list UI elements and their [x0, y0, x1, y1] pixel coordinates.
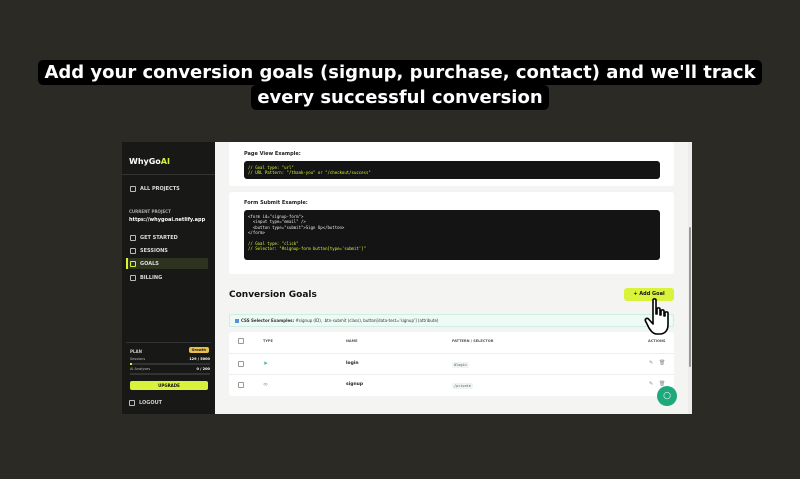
goals-table: TYPE NAME PATTERN / SELECTOR ACTIONS ➤ l… — [229, 332, 674, 396]
form-submit-code: <form id="signup-form"> <input type="ema… — [244, 210, 660, 260]
sidebar-item-label: SESSIONS — [140, 247, 168, 254]
ai-analyses-bar — [130, 373, 210, 375]
goal-pattern: /private — [452, 383, 473, 389]
plan-box: PLAN Growth Sessions 129 / 5000 AI Analy… — [126, 342, 211, 396]
chat-button[interactable]: ○ — [657, 386, 677, 406]
column-header-pattern: PATTERN / SELECTOR — [452, 339, 494, 343]
app-window: WhyGoAI ALL PROJECTS CURRENT PROJECT htt… — [122, 142, 692, 414]
sessions-bar — [130, 363, 210, 365]
chat-icon: ○ — [663, 391, 671, 401]
row-checkbox[interactable] — [238, 361, 244, 367]
page-view-title: Page View Example: — [244, 151, 301, 157]
home-icon — [130, 185, 136, 192]
caption-line-1: Add your conversion goals (signup, purch… — [38, 60, 762, 85]
form-submit-title: Form Submit Example: — [244, 200, 308, 206]
logout-button[interactable]: LOGOUT — [129, 400, 162, 406]
info-icon — [235, 319, 239, 323]
column-header-name: NAME — [346, 339, 358, 343]
goal-pattern: #login — [452, 362, 469, 368]
sidebar: WhyGoAI ALL PROJECTS CURRENT PROJECT htt… — [122, 142, 215, 414]
target-icon — [130, 260, 136, 267]
sidebar-item-label: ALL PROJECTS — [140, 185, 180, 192]
current-project-value: https://whygoai.netlify.app — [129, 217, 206, 223]
sidebar-item-label: GET STARTED — [140, 234, 178, 241]
column-header-type: TYPE — [263, 339, 273, 343]
sidebar-item-label: BILLING — [140, 274, 163, 281]
scrollbar-thumb[interactable] — [689, 227, 691, 367]
caption-line-2: every successful conversion — [251, 85, 549, 110]
goal-name: login — [346, 361, 359, 366]
column-header-actions: ACTIONS — [648, 339, 666, 343]
row-checkbox[interactable] — [238, 382, 244, 388]
css-selector-examples: CSS Selector Examples: #signup (ID), .bt… — [229, 314, 674, 327]
delete-icon[interactable]: 🗑 — [659, 360, 665, 366]
form-submit-example-card: Form Submit Example: <form id="signup-fo… — [229, 192, 674, 274]
sessions-icon — [130, 247, 136, 254]
row-divider — [229, 353, 674, 354]
current-project-label: CURRENT PROJECT — [129, 209, 171, 214]
upgrade-button[interactable]: UPGRADE — [130, 381, 208, 390]
logout-icon — [129, 400, 135, 406]
caption: Add your conversion goals (signup, purch… — [0, 60, 800, 110]
edit-icon[interactable]: ✎ — [649, 381, 653, 387]
row-divider — [229, 374, 674, 375]
cursor-click-icon: ➤ — [263, 360, 269, 367]
plan-label: PLAN — [130, 349, 142, 354]
sidebar-divider — [122, 174, 215, 175]
sidebar-item-all-projects[interactable]: ALL PROJECTS — [129, 183, 211, 194]
rocket-icon — [130, 234, 136, 241]
sidebar-item-get-started[interactable]: GET STARTED — [129, 232, 211, 243]
sidebar-item-billing[interactable]: BILLING — [129, 272, 211, 283]
card-icon — [130, 274, 136, 281]
logo[interactable]: WhyGoAI — [129, 157, 170, 166]
sidebar-item-sessions[interactable]: SESSIONS — [129, 245, 211, 256]
goal-name: signup — [346, 382, 364, 387]
hand-cursor-icon — [644, 298, 669, 335]
plan-badge: Growth — [188, 347, 209, 353]
sidebar-item-goals[interactable]: GOALS — [126, 258, 208, 269]
edit-icon[interactable]: ✎ — [649, 360, 653, 366]
ai-analyses-stat: AI Analyses 0 / 200 — [130, 367, 210, 371]
page-view-example-card: Page View Example: // Goal type: "url"//… — [229, 142, 674, 186]
sidebar-item-label: GOALS — [140, 260, 159, 267]
conversion-goals-title: Conversion Goals — [229, 290, 317, 300]
page-view-code: // Goal type: "url"// URL Pattern: "/tha… — [244, 161, 660, 179]
select-all-checkbox[interactable] — [238, 338, 244, 344]
main-content: Page View Example: // Goal type: "url"//… — [215, 142, 692, 414]
link-icon: ∞ — [263, 381, 268, 388]
sessions-stat: Sessions 129 / 5000 — [130, 357, 210, 361]
